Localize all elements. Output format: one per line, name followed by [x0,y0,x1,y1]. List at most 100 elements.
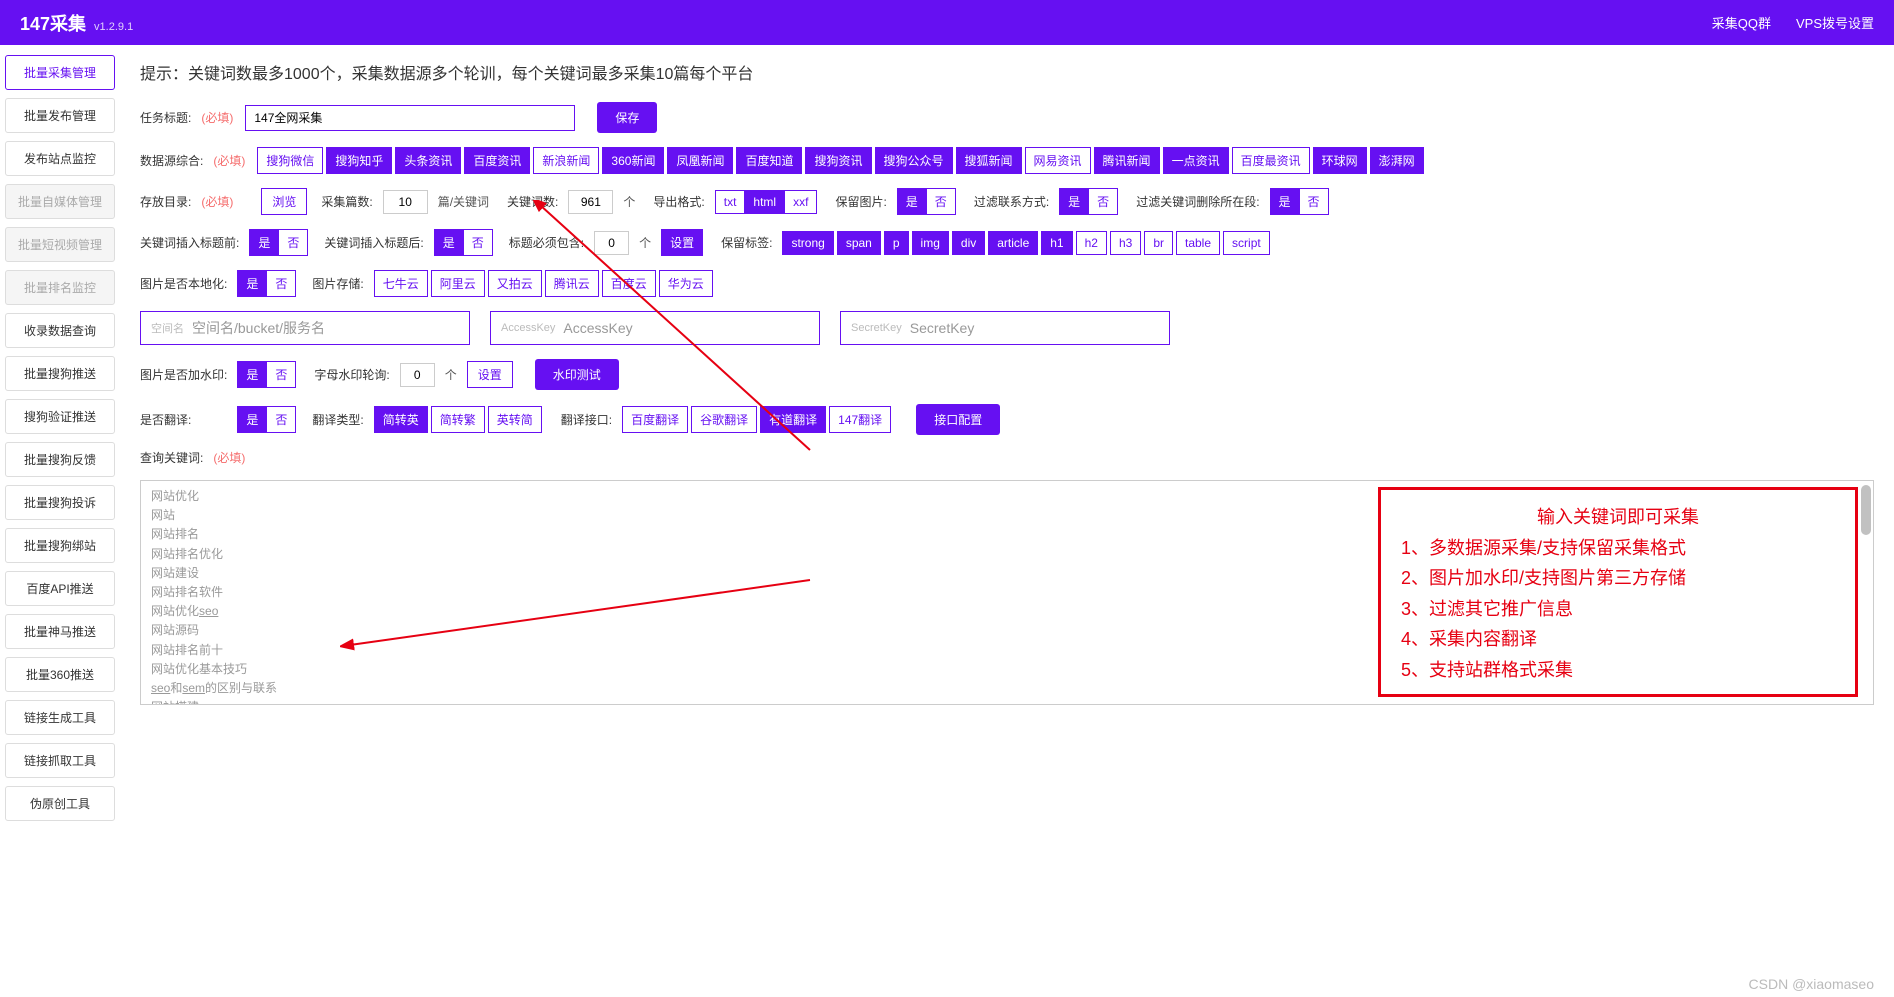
sidebar-item-7[interactable]: 批量搜狗推送 [5,356,115,391]
insertbefore-no[interactable]: 否 [278,229,308,256]
cloud-tag-2[interactable]: 又拍云 [488,270,542,297]
source-tag-11[interactable]: 网易资讯 [1025,147,1091,174]
source-tag-3[interactable]: 百度资讯 [464,147,530,174]
cloud-tag-4[interactable]: 百度云 [602,270,656,297]
cloud-tag-1[interactable]: 阿里云 [431,270,485,297]
sidebar-item-8[interactable]: 搜狗验证推送 [5,399,115,434]
filterkw-yes[interactable]: 是 [1270,188,1299,215]
trapi-tag-0[interactable]: 百度翻译 [622,406,688,433]
keeptag-8[interactable]: h3 [1110,231,1141,255]
header-link-vps[interactable]: VPS拨号设置 [1796,13,1874,32]
watermark-yes[interactable]: 是 [237,361,266,388]
kw-input[interactable] [568,190,613,214]
secretkey-input-wrap[interactable]: SecretKey SecretKey [840,311,1170,345]
source-tag-6[interactable]: 凤凰新闻 [667,147,733,174]
count-input[interactable] [383,190,428,214]
hint-text: 提示：关键词数最多1000个，采集数据源多个轮训，每个关键词最多采集10篇每个平… [140,60,1874,84]
source-tag-10[interactable]: 搜狐新闻 [956,147,1022,174]
source-tag-15[interactable]: 环球网 [1313,147,1367,174]
keepimg-no[interactable]: 否 [926,188,956,215]
kw-label: 关键词数: [507,193,558,210]
keeptag-1[interactable]: span [837,231,881,255]
trapi-tag-1[interactable]: 谷歌翻译 [691,406,757,433]
source-tag-12[interactable]: 腾讯新闻 [1094,147,1160,174]
wm-val-input[interactable] [400,363,435,387]
source-tag-7[interactable]: 百度知道 [736,147,802,174]
source-tag-5[interactable]: 360新闻 [602,147,664,174]
keeptag-11[interactable]: script [1223,231,1270,255]
wm-set-button[interactable]: 设置 [467,361,513,388]
api-config-button[interactable]: 接口配置 [916,404,1000,435]
header-link-qq[interactable]: 采集QQ群 [1712,13,1771,32]
insertafter-no[interactable]: 否 [463,229,493,256]
source-tag-0[interactable]: 搜狗微信 [257,147,323,174]
sidebar-item-1[interactable]: 批量发布管理 [5,98,115,133]
sidebar-item-14[interactable]: 批量360推送 [5,657,115,692]
keeptag-3[interactable]: img [912,231,949,255]
accesskey-input-wrap[interactable]: AccessKey AccessKey [490,311,820,345]
cloud-tag-3[interactable]: 腾讯云 [545,270,599,297]
sidebar-item-3[interactable]: 批量自媒体管理 [5,184,115,219]
save-button[interactable]: 保存 [597,102,657,133]
format-tag-2[interactable]: xxf [784,190,817,214]
sidebar-item-5[interactable]: 批量排名监控 [5,270,115,305]
trtype-tag-2[interactable]: 英转简 [488,406,542,433]
sidebar-item-12[interactable]: 百度API推送 [5,571,115,606]
keeptag-5[interactable]: article [988,231,1038,255]
insertafter-yes[interactable]: 是 [434,229,463,256]
source-tag-14[interactable]: 百度最资讯 [1232,147,1310,174]
sidebar-item-0[interactable]: 批量采集管理 [5,55,115,90]
trapi-tag-2[interactable]: 有道翻译 [760,406,826,433]
keepimg-yes[interactable]: 是 [897,188,926,215]
keywords-textarea[interactable]: 网站优化网站网站排名网站排名优化网站建设网站排名软件网站优化seo网站源码网站排… [140,480,1874,705]
keeptag-0[interactable]: strong [782,231,833,255]
sidebar-item-4[interactable]: 批量短视频管理 [5,227,115,262]
translate-yes[interactable]: 是 [237,406,266,433]
sidebar-item-6[interactable]: 收录数据查询 [5,313,115,348]
localize-yes[interactable]: 是 [237,270,266,297]
trtype-tag-0[interactable]: 简转英 [374,406,428,433]
watermark-no[interactable]: 否 [266,361,296,388]
source-tag-2[interactable]: 头条资讯 [395,147,461,174]
source-tag-16[interactable]: 澎湃网 [1370,147,1424,174]
trtype-tag-1[interactable]: 简转繁 [431,406,485,433]
sidebar-item-9[interactable]: 批量搜狗反馈 [5,442,115,477]
source-tag-13[interactable]: 一点资讯 [1163,147,1229,174]
keeptag-2[interactable]: p [884,231,909,255]
wm-test-button[interactable]: 水印测试 [535,359,619,390]
sidebar-item-11[interactable]: 批量搜狗绑站 [5,528,115,563]
scrollbar-vertical[interactable] [1861,485,1871,535]
trapi-tag-3[interactable]: 147翻译 [829,406,891,433]
sidebar-item-13[interactable]: 批量神马推送 [5,614,115,649]
source-tag-4[interactable]: 新浪新闻 [533,147,599,174]
keeptag-4[interactable]: div [952,231,985,255]
sidebar-item-10[interactable]: 批量搜狗投诉 [5,485,115,520]
cloud-tag-0[interactable]: 七牛云 [374,270,428,297]
filtercontact-yes[interactable]: 是 [1059,188,1088,215]
keeptag-7[interactable]: h2 [1076,231,1107,255]
filterkw-no[interactable]: 否 [1299,188,1329,215]
sidebar-item-15[interactable]: 链接生成工具 [5,700,115,735]
insertbefore-yes[interactable]: 是 [249,229,278,256]
filtercontact-no[interactable]: 否 [1088,188,1118,215]
task-title-input[interactable] [245,105,575,131]
keeptag-9[interactable]: br [1144,231,1173,255]
source-tag-8[interactable]: 搜狗资讯 [805,147,871,174]
source-tag-1[interactable]: 搜狗知乎 [326,147,392,174]
sidebar-item-17[interactable]: 伪原创工具 [5,786,115,821]
space-input-wrap[interactable]: 空间名 空间名/bucket/服务名 [140,311,470,345]
cloud-tag-5[interactable]: 华为云 [659,270,713,297]
format-tag-0[interactable]: txt [715,190,745,214]
keeptag-label: 保留标签: [721,234,772,251]
sidebar-item-2[interactable]: 发布站点监控 [5,141,115,176]
sidebar-item-16[interactable]: 链接抓取工具 [5,743,115,778]
mustcontain-set[interactable]: 设置 [661,229,703,256]
keeptag-6[interactable]: h1 [1041,231,1072,255]
browse-button[interactable]: 浏览 [261,188,307,215]
translate-no[interactable]: 否 [266,406,296,433]
localize-no[interactable]: 否 [266,270,296,297]
format-tag-1[interactable]: html [744,190,784,214]
source-tag-9[interactable]: 搜狗公众号 [875,147,953,174]
keeptag-10[interactable]: table [1176,231,1220,255]
mustcontain-input[interactable] [594,231,629,255]
